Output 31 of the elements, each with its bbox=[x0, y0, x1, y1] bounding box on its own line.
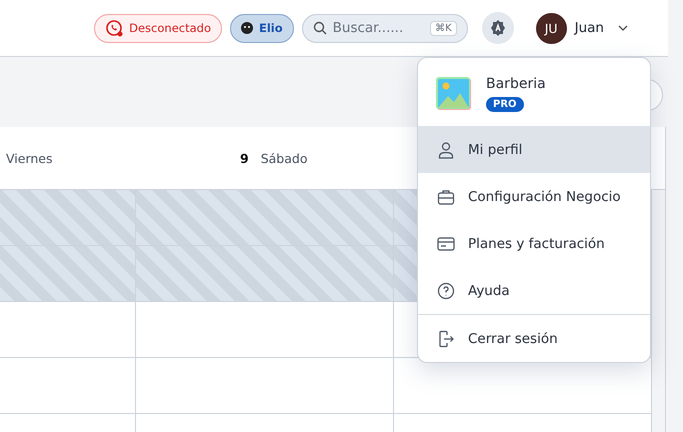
image-icon bbox=[436, 76, 472, 112]
status-label: Desconectado bbox=[129, 21, 211, 35]
blocked-slot[interactable] bbox=[136, 190, 394, 245]
day-label: Sábado bbox=[260, 150, 308, 166]
question-icon bbox=[436, 280, 456, 300]
user-menu-button[interactable]: JU Juan bbox=[536, 12, 628, 44]
settings-button[interactable] bbox=[482, 12, 514, 44]
business-name: Barberia bbox=[486, 76, 546, 92]
user-avatar: JU bbox=[536, 12, 567, 44]
search-field[interactable]: Buscar...... ⌘K bbox=[302, 14, 468, 42]
menu-item[interactable]: Ayuda bbox=[418, 267, 650, 314]
day-label: Viernes bbox=[6, 150, 52, 166]
scrollbar[interactable] bbox=[652, 190, 665, 432]
menu-item[interactable]: Cerrar sesión bbox=[418, 314, 650, 362]
menu-item[interactable]: Configuración Negocio bbox=[418, 173, 650, 220]
assistant-button[interactable]: Elio bbox=[230, 14, 294, 42]
blocked-slot[interactable] bbox=[0, 246, 136, 301]
settings-icon bbox=[490, 20, 506, 36]
shortcut-hint: ⌘K bbox=[430, 20, 457, 36]
blocked-slot[interactable] bbox=[0, 190, 136, 245]
connection-status-badge[interactable]: Desconectado bbox=[94, 14, 222, 42]
chevron-down-icon bbox=[618, 25, 628, 31]
blocked-slot[interactable] bbox=[136, 246, 394, 301]
day-number: 9 bbox=[240, 150, 249, 166]
plan-badge: PRO bbox=[486, 97, 524, 112]
person-icon bbox=[436, 140, 456, 160]
menu-item[interactable]: Planes y facturación bbox=[418, 220, 650, 267]
face-icon bbox=[240, 22, 253, 34]
search-icon bbox=[312, 21, 327, 35]
chat-icon bbox=[105, 19, 124, 37]
menu-item[interactable]: Mi perfil bbox=[418, 126, 650, 173]
